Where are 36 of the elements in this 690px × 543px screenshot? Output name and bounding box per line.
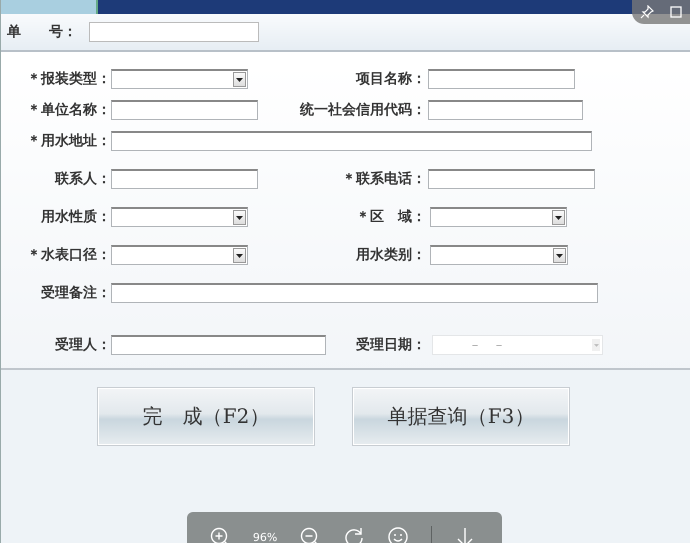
dropdown-field[interactable]: [430, 245, 568, 265]
field-label: ＊报装类型：: [26, 70, 111, 88]
field-label: 用水性质：: [40, 208, 111, 226]
dropdown-field[interactable]: [111, 207, 248, 227]
field-label: ＊区 域：: [355, 208, 426, 226]
pin-icon[interactable]: [640, 5, 654, 19]
field-label: ＊联系电话：: [341, 170, 426, 188]
input-field[interactable]: [111, 169, 258, 189]
smiley-icon[interactable]: [387, 526, 410, 543]
field-label: ＊用水地址：: [26, 132, 111, 150]
dropdown-field[interactable]: [430, 207, 567, 227]
rotate-icon[interactable]: [343, 526, 366, 543]
dropdown-field[interactable]: [111, 69, 248, 89]
field-label: 联系人：: [54, 170, 111, 188]
field-label: 受理日期：: [355, 336, 426, 354]
input-field[interactable]: [89, 22, 259, 42]
field-label: ＊单位名称：: [26, 101, 111, 119]
field-label: 受理备注：: [40, 284, 111, 302]
action-button[interactable]: 单据查询（F3）: [352, 387, 570, 446]
field-label: 项目名称：: [354, 70, 426, 88]
input-field[interactable]: [428, 169, 595, 189]
input-field[interactable]: [111, 131, 592, 151]
field-label: 单 号：: [7, 23, 78, 41]
input-field[interactable]: [111, 100, 258, 120]
field-label: ＊水表口径：: [26, 246, 111, 264]
input-field[interactable]: [428, 69, 575, 89]
input-field[interactable]: [111, 283, 598, 303]
input-field[interactable]: [111, 335, 326, 355]
maximize-icon[interactable]: [670, 6, 682, 18]
input-field[interactable]: [428, 100, 583, 120]
field-label: 受理人：: [54, 336, 111, 354]
field-label: 用水类别：: [354, 246, 426, 264]
action-button[interactable]: 完 成（F2）: [97, 387, 315, 446]
field-label: 统一社会信用代码：: [298, 101, 426, 119]
zoom-level: 96%: [252, 530, 278, 543]
dropdown-field[interactable]: [111, 245, 248, 265]
